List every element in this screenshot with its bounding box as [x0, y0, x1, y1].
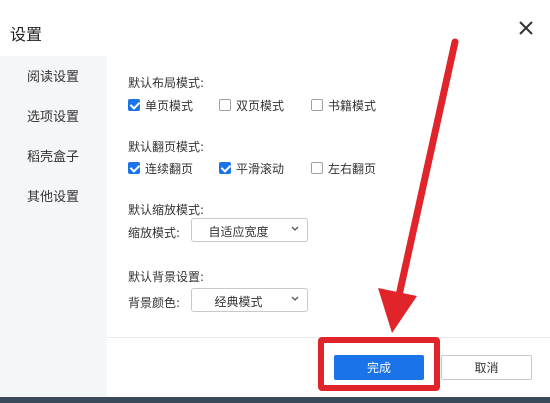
option-label: 连续翻页: [145, 161, 194, 176]
checkbox-icon[interactable]: [311, 99, 323, 111]
zoom-mode-value: 自适应宽度: [208, 225, 269, 239]
dialog-title: 设置: [10, 25, 43, 44]
done-button[interactable]: 完成: [334, 355, 424, 380]
footer-divider: [107, 337, 550, 338]
zoom-mode-select[interactable]: 自适应宽度: [191, 218, 308, 242]
page-turn-mode-label: 默认翻页模式:: [128, 140, 205, 154]
dialog-titlebar: 设置: [0, 0, 550, 56]
close-icon[interactable]: [515, 17, 537, 39]
option-label: 单页模式: [145, 98, 194, 113]
chevron-down-icon: [291, 296, 299, 301]
checkbox-icon[interactable]: [219, 99, 231, 111]
zoom-mode-field-label: 缩放模式:: [128, 226, 181, 240]
sidebar-item-option-settings[interactable]: 选项设置: [27, 106, 79, 125]
option-label: 左右翻页: [328, 161, 377, 176]
page-turn-left-right-option[interactable]: 左右翻页: [311, 160, 376, 176]
sidebar-item-reading-settings[interactable]: 阅读设置: [27, 66, 79, 85]
checkbox-icon[interactable]: [128, 162, 140, 174]
background-color-select[interactable]: 经典模式: [191, 288, 308, 312]
checkbox-icon[interactable]: [128, 99, 140, 111]
background-label: 默认背景设置:: [128, 270, 205, 284]
page-turn-smooth-scroll-option[interactable]: 平滑滚动: [219, 160, 284, 176]
background-color-value: 经典模式: [214, 295, 263, 309]
layout-double-page-option[interactable]: 双页模式: [219, 97, 284, 113]
checkbox-icon[interactable]: [219, 162, 231, 174]
background-window-strip: [0, 397, 550, 403]
option-label: 双页模式: [236, 98, 285, 113]
settings-dialog: 设置 阅读设置 选项设置 稻壳盒子 其他设置 默认布局模式: 单页模式 双页模式…: [0, 0, 550, 403]
checkbox-icon[interactable]: [311, 162, 323, 174]
layout-book-option[interactable]: 书籍模式: [311, 97, 376, 113]
zoom-mode-label: 默认缩放模式:: [128, 203, 205, 217]
option-label: 平滑滚动: [236, 161, 285, 176]
background-color-field-label: 背景颜色:: [128, 296, 181, 310]
layout-single-page-option[interactable]: 单页模式: [128, 97, 193, 113]
sidebar-item-docer-box[interactable]: 稻壳盒子: [27, 146, 79, 165]
layout-mode-label: 默认布局模式:: [128, 76, 205, 90]
cancel-button[interactable]: 取消: [441, 355, 532, 380]
sidebar-item-other-settings[interactable]: 其他设置: [27, 186, 79, 205]
option-label: 书籍模式: [328, 98, 377, 113]
chevron-down-icon: [291, 226, 299, 231]
page-turn-continuous-option[interactable]: 连续翻页: [128, 160, 193, 176]
